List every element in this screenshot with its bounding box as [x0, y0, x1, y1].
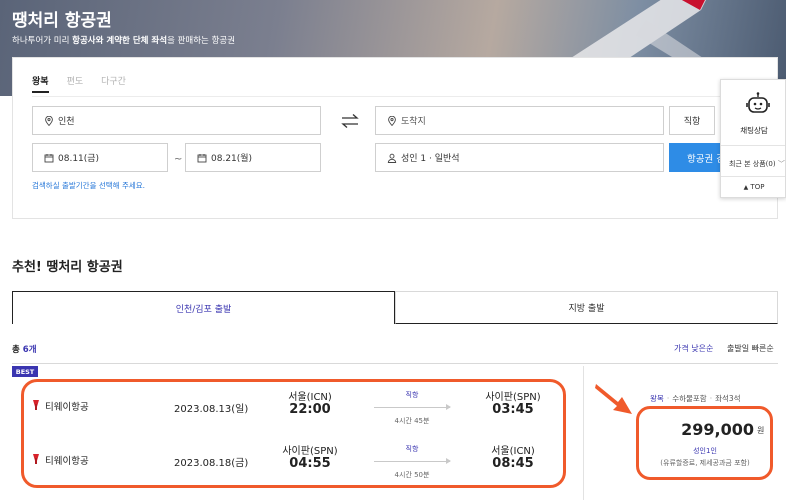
search-card: 왕복 편도 다구간 인천 도착지 직항 08.11(금) ~ 08.21(월) [12, 57, 778, 219]
widget-divider [721, 145, 785, 146]
tab-regional[interactable]: 지방 출발 [395, 291, 778, 324]
page-title: 땡처리 항공권 [12, 11, 112, 31]
departure-value: 인천 [58, 117, 75, 127]
person-icon [387, 153, 397, 163]
tab-one-way[interactable]: 편도 [67, 74, 84, 87]
chevron-down-icon: ﹀ [777, 160, 785, 168]
highlight-box-price [636, 406, 773, 480]
passenger-value: 성인 1 · 일반석 [401, 154, 460, 164]
departure-field[interactable]: 인천 [32, 106, 321, 135]
arrival-field[interactable]: 도착지 [375, 106, 664, 135]
chat-consult-label[interactable]: 채팅상담 [721, 125, 786, 136]
passenger-field[interactable]: 성인 1 · 일반석 [375, 143, 664, 172]
swap-icon[interactable] [341, 113, 359, 129]
tag-round-trip: 왕복 [650, 394, 664, 403]
tag-seats: 좌석3석 [715, 394, 741, 403]
end-date-field[interactable]: 08.21(월) [185, 143, 321, 172]
tab-multi-city[interactable]: 다구간 [101, 74, 126, 87]
start-date-field[interactable]: 08.11(금) [32, 143, 168, 172]
scroll-top-button[interactable]: ▲ TOP [721, 183, 786, 191]
end-date-value: 08.21(월) [211, 154, 253, 164]
caret-up-icon: ▲ [743, 184, 749, 191]
tab-round-trip[interactable]: 왕복 [32, 74, 49, 93]
total-count: 총 6개 [12, 345, 37, 355]
pointer-arrow-icon [595, 384, 632, 414]
result-divider [583, 366, 584, 500]
date-hint: 검색하실 출발기간을 선택해 주세요. [32, 181, 146, 190]
direct-flight-toggle[interactable]: 직항 [669, 106, 715, 135]
fare-tags: 왕복 · 수하물포함 · 좌석3석 [650, 394, 741, 403]
tab-incheon-gimpo[interactable]: 인천/김포 출발 [12, 291, 395, 324]
section-title: 추천! 땡처리 항공권 [12, 260, 123, 275]
chatbot-icon[interactable] [746, 92, 770, 118]
highlight-box-itinerary [21, 379, 566, 488]
arrival-placeholder: 도착지 [401, 117, 426, 127]
location-pin-icon [45, 115, 53, 126]
recent-products-link[interactable]: 최근 본 상품(0) ﹀ [729, 159, 785, 169]
start-date-value: 08.11(금) [58, 154, 100, 164]
date-range-separator: ~ [174, 154, 183, 165]
widget-divider [721, 176, 785, 177]
tab-divider [32, 96, 758, 97]
location-pin-icon [388, 115, 396, 126]
calendar-icon [44, 153, 54, 162]
sort-departure-early[interactable]: 출발일 빠른순 [727, 343, 774, 354]
sort-price-low[interactable]: 가격 낮은순 [674, 343, 713, 354]
trip-type-tabs: 왕복 편도 다구간 [32, 74, 126, 93]
page: 땡처리 항공권 하나투어가 미리 항공사와 계약한 단체 좌석을 판매하는 항공… [0, 0, 786, 500]
calendar-icon [197, 153, 207, 162]
tag-baggage: 수하물포함 [672, 394, 707, 403]
best-badge: BEST [12, 366, 38, 377]
hero-subtitle: 하나투어가 미리 항공사와 계약한 단체 좌석을 판매하는 항공권 [12, 36, 236, 46]
floating-widget: 채팅상담 최근 본 상품(0) ﹀ ▲ TOP [720, 79, 786, 198]
